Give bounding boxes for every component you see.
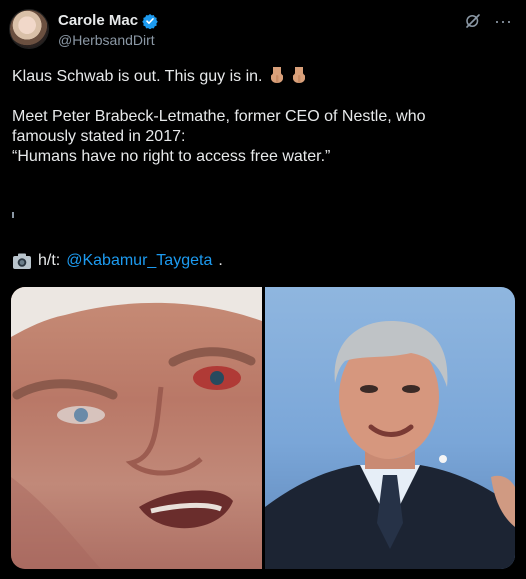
- post-text-line4: “Humans have no right to access free wat…: [12, 148, 331, 165]
- man-in-suit-illustration: [265, 321, 515, 569]
- hat-tip-label: h/t:: [38, 252, 61, 269]
- post-text-line3: famously stated in 2017:: [12, 128, 186, 145]
- author-handle[interactable]: @HerbsandDirt: [58, 32, 155, 48]
- avatar[interactable]: [10, 10, 48, 48]
- text-divider-mark: [12, 212, 14, 218]
- post-text: Klaus Schwab is out. This guy is in. Mee…: [12, 66, 512, 167]
- hand-pointing-down-icon: [270, 67, 283, 83]
- post-actions: ···: [464, 12, 512, 30]
- post-text-line1: Klaus Schwab is out. This guy is in.: [12, 66, 512, 87]
- close-up-face-illustration: [11, 287, 262, 569]
- post-text-line1-text: Klaus Schwab is out. This guy is in.: [12, 68, 263, 85]
- mention-link[interactable]: @Kabamur_Taygeta: [66, 252, 212, 270]
- hat-tip-suffix: .: [218, 252, 223, 269]
- author-name-row[interactable]: Carole Mac: [58, 12, 158, 29]
- grok-icon[interactable]: [464, 12, 482, 30]
- post-media[interactable]: [11, 287, 515, 569]
- left-photo[interactable]: [11, 287, 262, 569]
- camera-icon: [13, 253, 31, 269]
- post-text-line2: Meet Peter Brabeck-Letmathe, former CEO …: [12, 108, 426, 125]
- author-display-name[interactable]: Carole Mac: [58, 12, 138, 29]
- hand-pointing-down-icon: [293, 67, 306, 83]
- post-header: Carole Mac @HerbsandDirt ···: [10, 10, 516, 54]
- verified-badge-icon: [142, 13, 158, 29]
- more-options-icon[interactable]: ···: [494, 12, 512, 30]
- right-photo[interactable]: [265, 287, 515, 569]
- hat-tip-row: h/t: @Kabamur_Taygeta .: [12, 252, 223, 270]
